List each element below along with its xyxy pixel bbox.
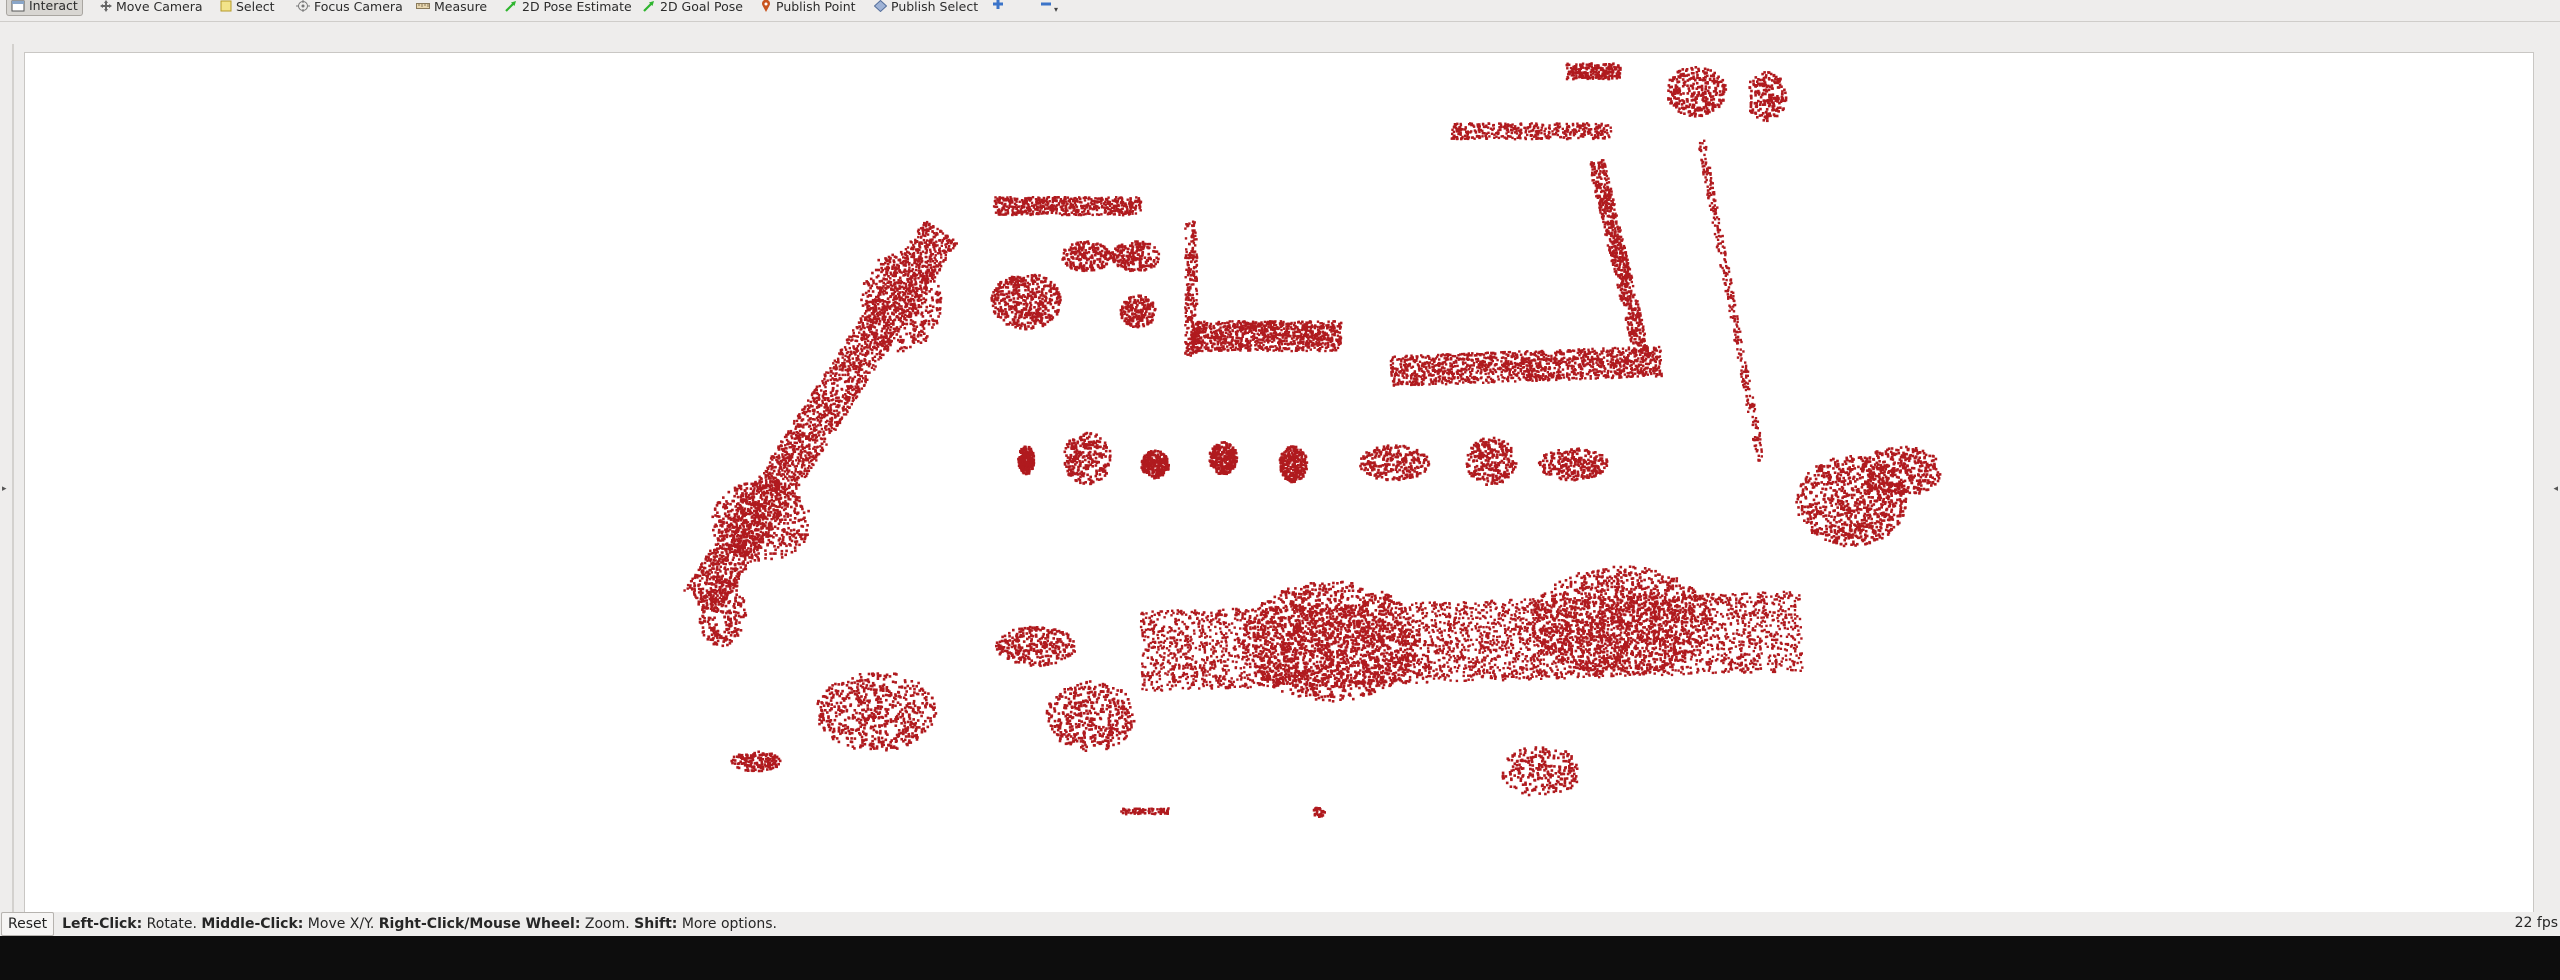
focus-target-icon <box>296 0 310 12</box>
mouse-hint-text: Left-Click: Rotate. Middle-Click: Move X… <box>62 916 777 932</box>
remove-tool-button[interactable] <box>1040 0 1052 14</box>
point-cloud-map <box>683 62 1942 818</box>
hint-action: Move X/Y. <box>303 916 378 932</box>
reset-button[interactable]: Reset <box>1 912 55 936</box>
tool-publish-select[interactable]: Publish Select <box>870 0 982 16</box>
tools-toolbar: Interact Move Camera Select Focus Camera… <box>0 0 2560 22</box>
move-arrows-icon <box>100 0 112 12</box>
3d-viewport[interactable] <box>24 52 2534 924</box>
window-bottom-band <box>0 938 2560 980</box>
hint-action: More options. <box>677 916 777 932</box>
cursor-icon <box>11 0 25 12</box>
minus-icon <box>1040 0 1052 14</box>
hint-action: Zoom. <box>580 916 634 932</box>
tool-focus-camera[interactable]: Focus Camera <box>292 0 407 16</box>
tool-interact[interactable]: Interact <box>6 0 83 16</box>
map-pin-icon <box>760 0 772 13</box>
tool-label: Move Camera <box>116 0 203 14</box>
hint-action: Rotate. <box>142 916 201 932</box>
select-box-icon <box>220 0 232 12</box>
tool-label: Publish Select <box>891 0 978 14</box>
hint-key: Right-Click/Mouse Wheel: <box>379 916 581 932</box>
tool-2d-pose-estimate[interactable]: 2D Pose Estimate <box>500 0 636 16</box>
ruler-icon <box>416 0 430 12</box>
green-arrow-icon <box>504 0 518 12</box>
tool-label: Focus Camera <box>314 0 403 14</box>
hint-key: Shift: <box>634 916 677 932</box>
plus-icon <box>992 0 1004 14</box>
select-diamond-icon <box>874 0 887 12</box>
collapse-right-panel-icon[interactable]: ◂ <box>2553 484 2558 494</box>
tool-label: 2D Goal Pose <box>660 0 743 14</box>
render-panel: ▸ ◂ <box>0 22 2560 936</box>
collapse-left-panel-icon[interactable]: ▸ <box>2 484 7 494</box>
tool-label: 2D Pose Estimate <box>522 0 632 14</box>
hint-key: Middle-Click: <box>201 916 303 932</box>
green-arrow-icon <box>642 0 656 12</box>
fps-counter: 22 fps <box>2515 915 2558 931</box>
hint-key: Left-Click: <box>62 916 142 932</box>
tool-label: Select <box>236 0 275 14</box>
tool-publish-point[interactable]: Publish Point <box>756 0 860 16</box>
tool-label: Publish Point <box>776 0 856 14</box>
splitter-handle[interactable] <box>12 44 14 924</box>
status-bar: Reset Left-Click: Rotate. Middle-Click: … <box>0 912 2560 936</box>
tool-label: Interact <box>29 0 78 13</box>
tool-select[interactable]: Select <box>216 0 279 16</box>
tool-2d-goal-pose[interactable]: 2D Goal Pose <box>638 0 747 16</box>
chevron-down-icon[interactable]: ▾ <box>1054 5 1058 14</box>
tool-move-camera[interactable]: Move Camera <box>96 0 207 16</box>
tool-measure[interactable]: Measure <box>412 0 491 16</box>
add-tool-button[interactable] <box>992 0 1004 14</box>
tool-label: Measure <box>434 0 487 14</box>
